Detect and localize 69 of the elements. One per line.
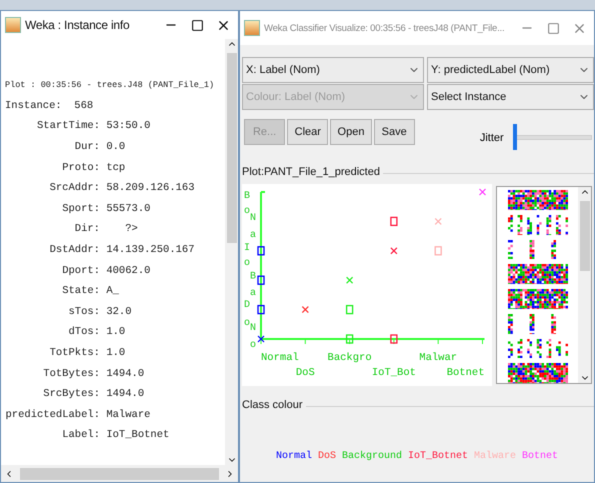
- y-axis-label: D: [244, 300, 250, 312]
- y-axis-label: B: [250, 271, 256, 282]
- class-label: Malware: [474, 451, 516, 462]
- field-label: Sport:: [61, 202, 100, 215]
- window-title: Weka Classifier Visualize: 00:35:56 - treesJ48 (PANT_File...: [264, 22, 506, 34]
- dropdown[interactable]: Select Instance: [427, 84, 594, 110]
- class-label: DoS: [318, 451, 336, 462]
- x-axis-label: Malwar: [419, 352, 458, 364]
- field-label: DstAddr:: [48, 244, 100, 256]
- field-value: 1494.0: [105, 368, 144, 380]
- jitter-label: Jitter: [480, 132, 504, 144]
- y-axis-label: o: [250, 340, 256, 352]
- field-label: State:: [61, 285, 100, 298]
- y-axis-label: B: [244, 191, 250, 202]
- y-axis-label: N: [250, 323, 256, 334]
- field-label: Dport:: [61, 264, 100, 277]
- field-value: 1.0: [105, 326, 126, 338]
- field-value: 58.209.126.163: [105, 182, 195, 194]
- dropdown[interactable]: Y: predictedLabel (Nom): [427, 57, 594, 83]
- field-label: StartTime:: [36, 120, 100, 132]
- y-axis-label: o: [244, 318, 250, 330]
- field-value: 14.139.250.167: [105, 244, 195, 256]
- field-label: dTos:: [67, 326, 100, 338]
- x-axis-label: Normal: [261, 352, 299, 364]
- field-value: 40062.0: [105, 264, 150, 277]
- field-label: TotBytes:: [42, 368, 100, 380]
- y-axis-label: a: [250, 288, 256, 300]
- field-label: SrcBytes:: [42, 388, 100, 400]
- info-line: Plot : 00:35:56 - trees.J48 (PANT_File_1): [5, 80, 214, 90]
- x-axis-label: DoS: [296, 367, 315, 379]
- field-value: 1494.0: [105, 388, 144, 400]
- field-value: Malware: [105, 408, 150, 421]
- x-axis-label: Backgro: [328, 352, 372, 364]
- dropdown[interactable]: X: Label (Nom): [242, 57, 424, 83]
- field-value: 1.0: [105, 347, 126, 360]
- field-value: 32.0: [105, 306, 132, 318]
- field-value: 53:50.0: [105, 120, 150, 132]
- field-label: Label:: [61, 429, 100, 442]
- class-label: Normal: [276, 451, 312, 462]
- y-axis-label: N: [250, 213, 256, 224]
- field-value: A_: [105, 285, 119, 298]
- field-value: tcp: [105, 162, 126, 174]
- x-axis-label: Botnet: [446, 367, 484, 379]
- toolbar-button[interactable]: Clear: [287, 119, 328, 145]
- field-label: SrcAddr:: [48, 182, 100, 194]
- field-label: Proto:: [61, 162, 100, 174]
- field-label: predictedLabel:: [5, 408, 100, 421]
- plot-title: Plot:PANT_File_1_predicted: [242, 166, 383, 178]
- y-axis-label: a: [250, 230, 256, 242]
- field-value: 55573.0: [105, 202, 150, 215]
- field-label: TotPkts:: [48, 347, 100, 360]
- info-line: Instance: 568: [5, 100, 94, 112]
- toolbar-button[interactable]: Save: [374, 119, 415, 145]
- class-colour-title: Class colour: [242, 399, 306, 411]
- field-label: Dur:: [74, 141, 100, 154]
- window-title: Weka : Instance info: [25, 18, 131, 32]
- field-label: Dir:: [74, 223, 100, 236]
- class-label: Background: [342, 451, 402, 462]
- field-value: IoT_Botnet: [105, 429, 170, 442]
- field-value: 0.0: [105, 141, 126, 154]
- field-label: sTos:: [67, 306, 100, 318]
- y-axis-label: o: [244, 258, 250, 270]
- y-axis-label: o: [244, 206, 250, 218]
- class-label: Botnet: [522, 451, 558, 462]
- x-axis-label: IoT_Bot: [372, 367, 416, 379]
- class-label: IoT_Botnet: [408, 451, 468, 462]
- y-axis-label: I: [244, 243, 250, 254]
- field-value: ?>: [124, 223, 138, 236]
- toolbar-button[interactable]: Open: [330, 119, 372, 145]
